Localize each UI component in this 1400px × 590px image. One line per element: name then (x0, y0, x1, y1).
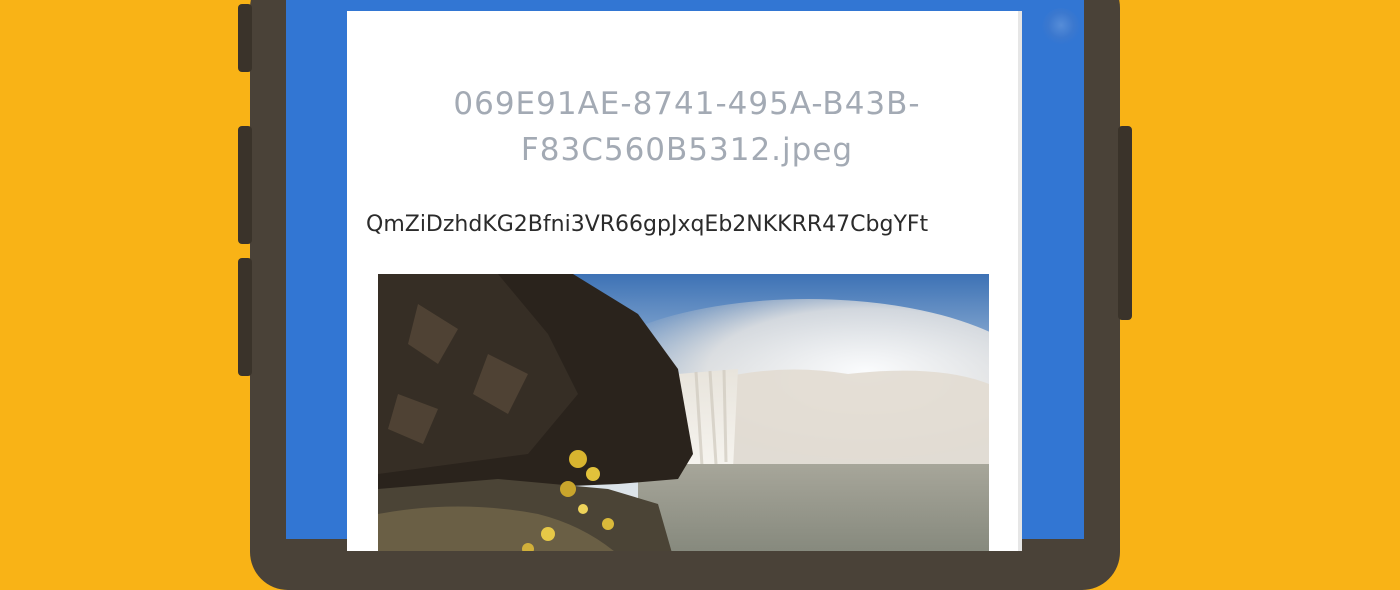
file-hash-text[interactable]: QmZiDzhdKG2Bfni3VR66gpJxqEb2NKKRR47CbgYF… (366, 203, 928, 247)
phone-power-button (1118, 126, 1132, 320)
card-scrollbar[interactable] (1018, 11, 1022, 551)
file-detail-card: 069E91AE-8741-495A-B43B-F83C560B5312.jpe… (347, 11, 1020, 551)
camera-icon (1042, 8, 1080, 46)
waterfall-photo[interactable] (378, 274, 989, 551)
phone-side-button (238, 4, 252, 72)
phone-volume-up-button (238, 126, 252, 244)
file-name-title: 069E91AE-8741-495A-B43B-F83C560B5312.jpe… (453, 86, 921, 168)
phone-volume-down-button (238, 258, 252, 376)
